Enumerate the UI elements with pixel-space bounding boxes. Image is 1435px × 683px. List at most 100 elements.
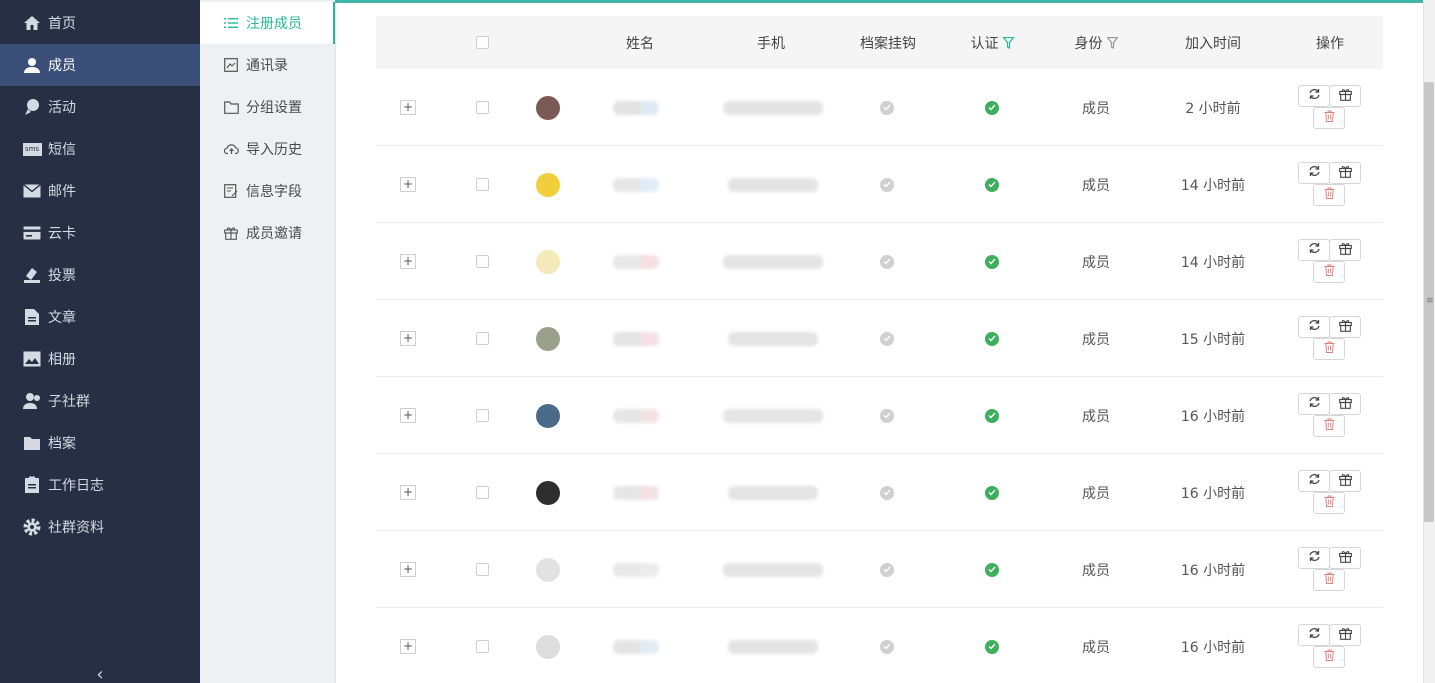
submenu-item-5[interactable]: 成员邀请 — [200, 212, 335, 254]
switch-role-button[interactable] — [1298, 162, 1330, 184]
avatar[interactable] — [536, 249, 560, 274]
submenu-item-label: 通讯录 — [246, 58, 288, 74]
filter-active-icon[interactable] — [1002, 36, 1014, 49]
gift-icon — [1338, 473, 1352, 490]
gift-button[interactable] — [1329, 470, 1361, 492]
avatar[interactable] — [536, 95, 560, 120]
delete-button[interactable] — [1313, 184, 1345, 206]
row-actions — [1298, 531, 1362, 608]
submenu-item-2[interactable]: 分组设置 — [200, 86, 335, 128]
table-row[interactable]: + 成员 15 小时前 — [376, 300, 1383, 377]
joined-cell: 16 小时前 — [1163, 454, 1263, 531]
nav-item-12[interactable]: 社群资料 — [0, 506, 200, 548]
delete-button[interactable] — [1313, 415, 1345, 437]
row-checkbox[interactable] — [475, 255, 489, 268]
contacts-icon — [223, 57, 239, 73]
nav-item-9[interactable]: 子社群 — [0, 380, 200, 422]
table-row[interactable]: + 成员 16 小时前 — [376, 377, 1383, 454]
expand-row-button[interactable]: + — [400, 331, 416, 346]
table-row[interactable]: + 成员 16 小时前 — [376, 531, 1383, 608]
joined-cell: 16 小时前 — [1163, 531, 1263, 608]
row-actions — [1298, 377, 1362, 454]
nav-item-7[interactable]: 文章 — [0, 296, 200, 338]
nav-item-4[interactable]: 邮件 — [0, 170, 200, 212]
subgroup-icon — [22, 391, 42, 411]
gift-button[interactable] — [1329, 239, 1361, 261]
filter-icon[interactable] — [1106, 36, 1118, 49]
switch-role-button[interactable] — [1298, 85, 1330, 107]
header-joined[interactable]: 加入时间 — [1163, 16, 1263, 69]
submenu-item-4[interactable]: 信息字段 — [200, 170, 335, 212]
delete-button[interactable] — [1313, 107, 1345, 129]
nav-item-3[interactable]: sms 短信 — [0, 128, 200, 170]
row-checkbox[interactable] — [475, 563, 489, 576]
select-all-checkbox[interactable] — [475, 36, 489, 49]
expand-row-button[interactable]: + — [400, 100, 416, 115]
nav-item-6[interactable]: 投票 — [0, 254, 200, 296]
table-row[interactable]: + 成员 16 小时前 — [376, 454, 1383, 531]
expand-row-button[interactable]: + — [400, 639, 416, 654]
expand-row-button[interactable]: + — [400, 562, 416, 577]
joined-cell: 16 小时前 — [1163, 377, 1263, 454]
avatar[interactable] — [536, 557, 560, 582]
switch-role-button[interactable] — [1298, 547, 1330, 569]
nav-item-0[interactable]: 首页 — [0, 2, 200, 44]
nav-item-11[interactable]: 工作日志 — [0, 464, 200, 506]
name-cell — [606, 300, 666, 377]
header-name[interactable]: 姓名 — [590, 16, 690, 69]
avatar[interactable] — [536, 326, 560, 351]
row-checkbox[interactable] — [475, 178, 489, 191]
header-role: 身份 — [1046, 16, 1146, 69]
row-checkbox[interactable] — [475, 101, 489, 114]
expand-row-button[interactable]: + — [400, 408, 416, 423]
nav-item-1[interactable]: 成员 — [0, 44, 200, 86]
expand-row-button[interactable]: + — [400, 254, 416, 269]
submenu-item-3[interactable]: 导入历史 — [200, 128, 335, 170]
table-row[interactable]: + 成员 14 小时前 — [376, 223, 1383, 300]
table-row[interactable]: + 成员 2 小时前 — [376, 69, 1383, 146]
verified-check-icon — [985, 639, 999, 654]
expand-row-button[interactable]: + — [400, 485, 416, 500]
nav-item-5[interactable]: 云卡 — [0, 212, 200, 254]
switch-role-button[interactable] — [1298, 239, 1330, 261]
collapse-sidebar-icon[interactable]: ‹ — [92, 664, 108, 683]
nav-item-8[interactable]: 相册 — [0, 338, 200, 380]
joined-cell: 16 小时前 — [1163, 608, 1263, 683]
avatar-cell — [536, 146, 560, 223]
row-checkbox[interactable] — [475, 486, 489, 499]
switch-role-button[interactable] — [1298, 316, 1330, 338]
avatar[interactable] — [536, 403, 560, 428]
switch-role-button[interactable] — [1298, 624, 1330, 646]
gift-button[interactable] — [1329, 162, 1361, 184]
switch-role-button[interactable] — [1298, 393, 1330, 415]
avatar[interactable] — [536, 172, 560, 197]
nav-item-10[interactable]: 档案 — [0, 422, 200, 464]
gift-button[interactable] — [1329, 547, 1361, 569]
submenu-item-0[interactable]: 注册成员 — [200, 2, 335, 44]
row-checkbox[interactable] — [475, 332, 489, 345]
name-redacted — [613, 485, 659, 500]
archive-cell — [880, 377, 894, 454]
table-row[interactable]: + 成员 14 小时前 — [376, 146, 1383, 223]
delete-button[interactable] — [1313, 569, 1345, 591]
gift-button[interactable] — [1329, 393, 1361, 415]
avatar[interactable] — [536, 634, 560, 659]
delete-button[interactable] — [1313, 492, 1345, 514]
delete-button[interactable] — [1313, 261, 1345, 283]
album-icon — [22, 349, 42, 369]
expand-row-button[interactable]: + — [400, 177, 416, 192]
delete-button[interactable] — [1313, 338, 1345, 360]
header-phone[interactable]: 手机 — [721, 16, 821, 69]
switch-role-button[interactable] — [1298, 470, 1330, 492]
nav-item-2[interactable]: 活动 — [0, 86, 200, 128]
gift-button[interactable] — [1329, 316, 1361, 338]
avatar[interactable] — [536, 480, 560, 505]
row-checkbox[interactable] — [475, 409, 489, 422]
table-row[interactable]: + 成员 16 小时前 — [376, 608, 1383, 683]
header-archive[interactable]: 档案挂钩 — [838, 16, 938, 69]
gift-button[interactable] — [1329, 624, 1361, 646]
row-checkbox[interactable] — [475, 640, 489, 653]
submenu-item-1[interactable]: 通讯录 — [200, 44, 335, 86]
delete-button[interactable] — [1313, 646, 1345, 668]
gift-button[interactable] — [1329, 85, 1361, 107]
